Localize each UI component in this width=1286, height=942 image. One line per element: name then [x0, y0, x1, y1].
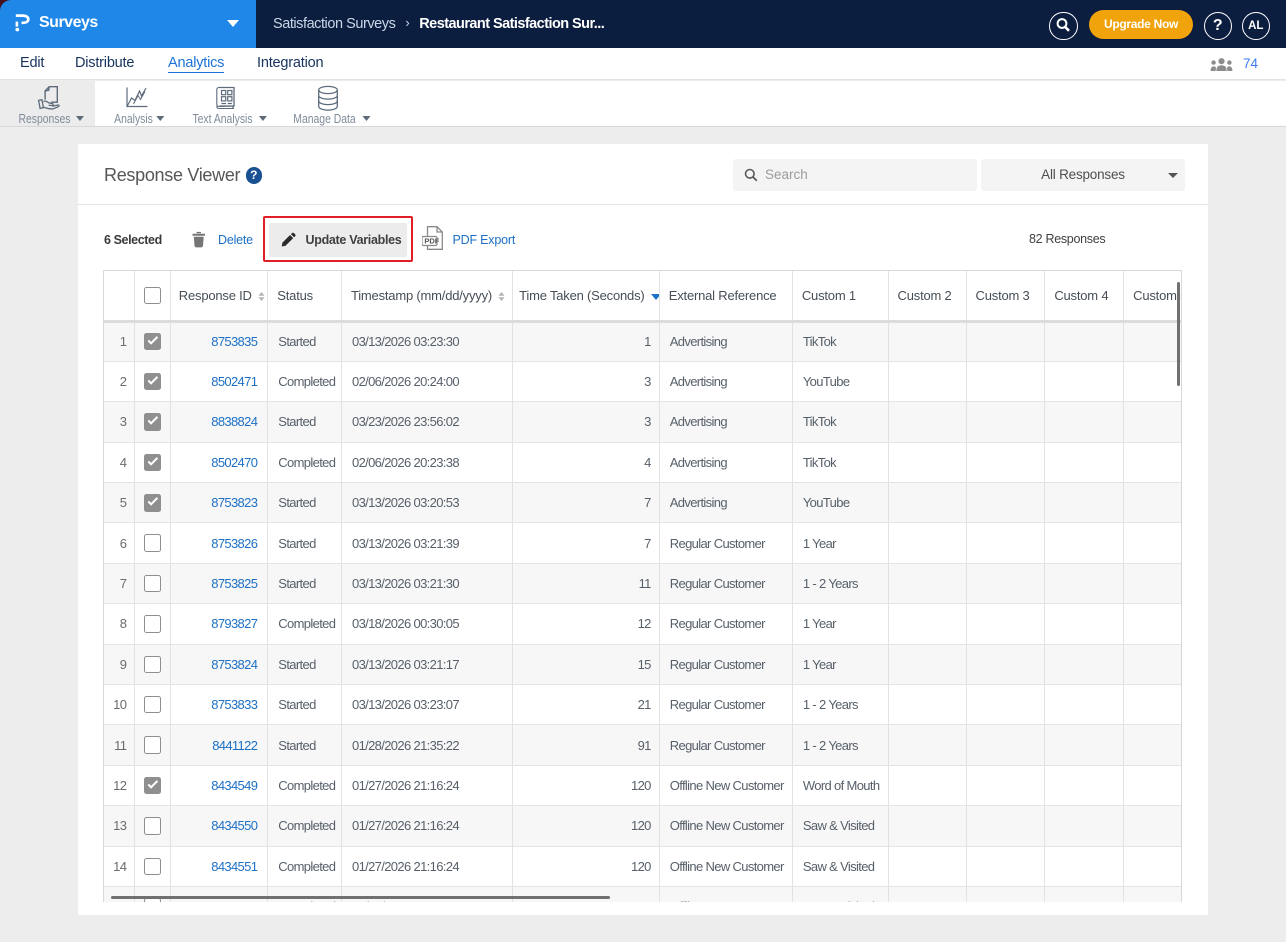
svg-text:PDF: PDF [424, 237, 439, 246]
